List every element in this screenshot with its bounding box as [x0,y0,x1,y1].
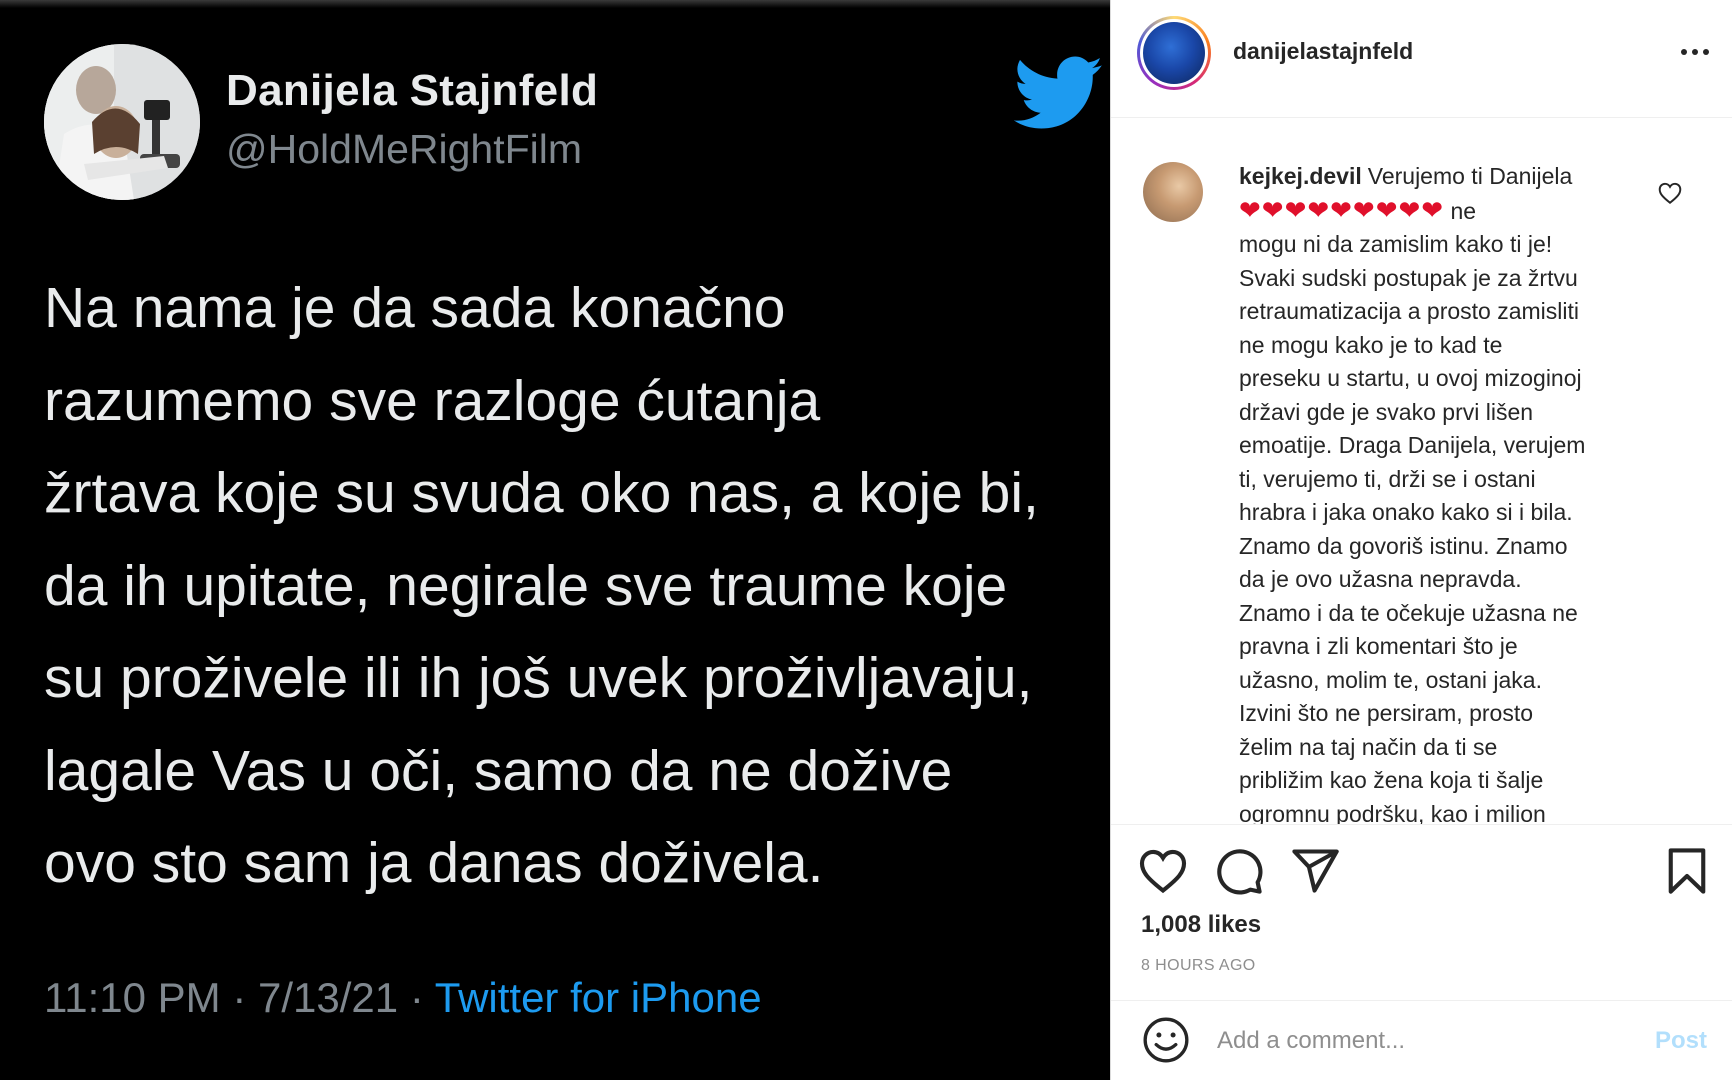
emoji-icon[interactable] [1141,1015,1191,1065]
tweet-line: žrtava koje su svuda oko nas, a koje bi, [44,461,1039,525]
add-comment-input[interactable] [1217,1021,1617,1061]
comment-text-line: Svaki sudski postupak je za žrtvu [1239,264,1578,291]
meta-separator: · [409,974,424,1021]
comment-text-line: mogu ni da zamislim kako ti je! [1239,231,1553,257]
add-comment-bar: Post [1111,1000,1732,1080]
likes-count[interactable]: 1,008 likes [1141,911,1261,939]
comment-line: ❤❤❤❤❤❤❤❤❤ ne [1239,194,1649,229]
tweet-date: 7/13/21 [258,974,399,1021]
comment-author[interactable]: kejkej.devil [1239,163,1362,189]
post-comment-button[interactable]: Post [1655,1027,1707,1055]
tweet-line: Na nama je da sada konačno [44,276,786,340]
tweet-image: Danijela Stajnfeld @HoldMeRightFilm Na n… [0,0,1110,1080]
comment-text-line: hrabra i jaka onako kako si i bila. [1239,499,1573,525]
tweet-handle: @HoldMeRightFilm [226,126,583,172]
comment-text: kejkej.devil Verujemo ti Danijela ❤❤❤❤❤❤❤… [1239,160,1649,824]
comment-text-line: retraumatizacija a prosto zamisliti [1239,298,1580,324]
dot [1681,49,1687,55]
tweet-line: su proživele ili ih još uvek proživljava… [44,646,1033,710]
tweet-line: lagale Vas u oči, samo da ne dožive [44,738,953,803]
tweet-source: Twitter for iPhone [434,974,762,1021]
dot [1703,49,1709,55]
comment-text-line: Znamo i da te očekuje užasna ne [1239,599,1578,626]
comment-text-line: ne [1450,197,1477,224]
avatar-ring [1140,19,1208,87]
heart-icon[interactable] [1137,845,1189,897]
comment-text-line: emoatije. Draga Danijela, verujem [1239,432,1586,458]
tweet-meta: 11:10 PM · 7/13/21 · Twitter for iPhone [44,974,762,1022]
tweet-display-name: Danijela Stajnfeld [226,66,599,115]
comment-bubble-icon[interactable] [1213,845,1265,897]
instagram-post-sidebar: danijelastajnfeld kejkej.devil Verujemo t… [1110,0,1732,1080]
comment-first-words: Verujemo ti Danijela [1367,163,1573,189]
comment-text-line: želim na taj način da ti se [1239,733,1498,760]
comment-text-line: preseku u startu, u ovoj mizoginoj [1239,365,1582,391]
heart-emojis: ❤❤❤❤❤❤❤❤❤ [1239,194,1445,225]
paper-plane-icon[interactable] [1289,845,1341,897]
comment-text-line: približim kao žena koja ti šalje [1239,767,1544,793]
profile-avatar[interactable] [1137,16,1211,90]
comment-text-line: pravna i zli komentari što je [1239,633,1518,659]
post-username[interactable]: danijelastajnfeld [1233,38,1413,65]
comment-text-line: Izvini što ne persiram, prosto [1239,700,1534,726]
bookmark-icon[interactable] [1661,845,1713,897]
twitter-bird-icon [1013,54,1104,134]
tweet-top-edge [0,0,1110,8]
tweet-time: 11:10 PM [44,974,221,1021]
more-options-icon[interactable] [1677,38,1713,66]
tweet-line: da ih upitate, negirale sve traume koje [44,553,1008,618]
comment-line: kejkej.devil Verujemo ti Danijela [1239,160,1649,194]
post-header: danijelastajnfeld [1111,0,1732,118]
post-actions: 1,008 likes 8 HOURS AGO [1111,824,1732,1000]
comment-text-line: ne mogu kako je to kad te [1239,331,1503,358]
tweet-avatar [44,44,200,200]
tweet-line: ovo sto sam ja danas doživela. [44,831,824,895]
meta-separator: · [232,974,247,1021]
post-timestamp[interactable]: 8 HOURS AGO [1141,957,1256,975]
comment-text-line: užasno, molim te, ostani jaka. [1239,666,1542,693]
tweet-line: razumemo sve razloge ćutanja [44,368,821,433]
dot [1692,49,1698,55]
comment-text-line: ogromnu podršku, kao i milion [1239,800,1546,825]
comment-text-line: državi gde je svako prvi lišen [1239,398,1534,425]
tweet-body: Na nama je da sada konačno razumemo sve … [44,262,1104,910]
avatar-photo [1143,22,1205,84]
comment-text-line: Znamo da govoriš istinu. Znamo [1239,532,1568,559]
comment-text-line: ti, verujemo ti, drži se i ostani [1239,465,1536,492]
comment-text-line: da je ovo užasna nepravda. [1239,566,1522,592]
comment-like-heart-icon[interactable] [1657,180,1683,206]
commenter-avatar[interactable] [1143,162,1203,222]
comment-scroll-area[interactable]: kejkej.devil Verujemo ti Danijela ❤❤❤❤❤❤❤… [1111,118,1732,824]
